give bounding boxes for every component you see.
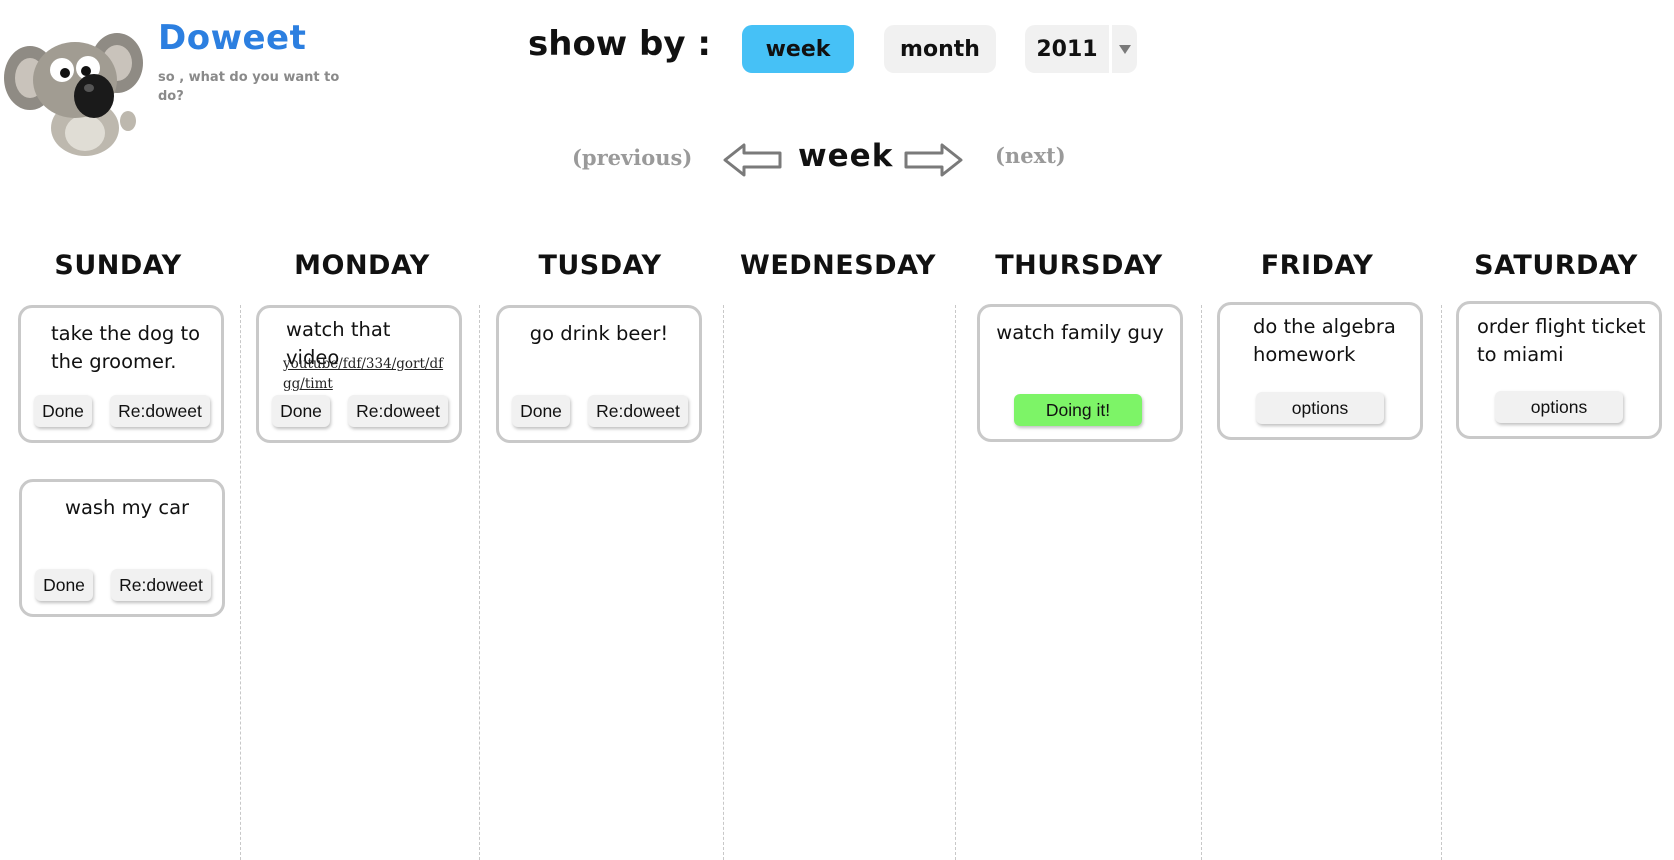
task-card: do the algebra homework options [1217,302,1423,440]
redoweet-button[interactable]: Re:doweet [111,569,211,601]
brand-name: Doweet [158,18,307,58]
column-divider [1201,305,1202,860]
options-button[interactable]: options [1495,391,1623,423]
redoweet-button[interactable]: Re:doweet [348,395,448,427]
task-text: go drink beer! [529,322,669,345]
column-divider [479,305,480,860]
day-header-monday: MONDAY [294,250,430,281]
day-header-friday: FRIDAY [1260,250,1374,281]
column-divider [723,305,724,860]
task-text: wash my car [65,496,190,519]
arrow-right-icon[interactable] [902,142,964,178]
week-view-button[interactable]: week [742,25,854,73]
task-card: watch family guy Doing it! [977,304,1183,442]
arrow-left-icon[interactable] [722,142,784,178]
koala-mascot-logo [0,18,150,158]
column-divider [1441,305,1442,860]
doing-it-button[interactable]: Doing it! [1014,394,1142,426]
month-view-button[interactable]: month [884,25,996,73]
year-value: 2011 [1036,36,1098,62]
task-link[interactable]: youtube/fdf/334/gort/dfgg/timt [283,354,451,394]
task-card: wash my car Done Re:doweet [19,479,225,617]
day-header-sunday: SUNDAY [54,250,182,281]
task-text: take the dog to the groomer. [51,322,201,373]
current-period-label: week [798,138,894,174]
chevron-down-icon[interactable] [1112,43,1137,55]
day-header-wednesday: WEDNESDAY [740,250,936,281]
day-header-thursday: THURSDAY [995,250,1163,281]
done-button[interactable]: Done [34,395,92,427]
task-card: go drink beer! Done Re:doweet [496,305,702,443]
task-text: do the algebra homework [1253,315,1396,366]
tagline: so , what do you want to do? [158,70,340,104]
day-header-tuesday: TUSDAY [538,250,662,281]
done-button[interactable]: Done [272,395,330,427]
show-by-label: show by : [528,24,711,64]
year-dropdown[interactable]: 2011 [1025,25,1137,73]
task-card: take the dog to the groomer. Done Re:dow… [18,305,224,443]
task-card: watch that video youtube/fdf/334/gort/df… [256,305,462,443]
column-divider [240,305,241,860]
previous-link[interactable]: (previous) [572,145,692,170]
options-button[interactable]: options [1256,392,1384,424]
task-card: order flight ticket to miami options [1456,301,1662,439]
day-header-saturday: SATURDAY [1474,250,1638,281]
done-button[interactable]: Done [35,569,93,601]
next-link[interactable]: (next) [995,143,1066,168]
done-button[interactable]: Done [512,395,570,427]
redoweet-button[interactable]: Re:doweet [588,395,688,427]
task-text: watch family guy [996,321,1164,344]
task-text: order flight ticket to miami [1477,315,1646,366]
redoweet-button[interactable]: Re:doweet [110,395,210,427]
column-divider [955,305,956,860]
